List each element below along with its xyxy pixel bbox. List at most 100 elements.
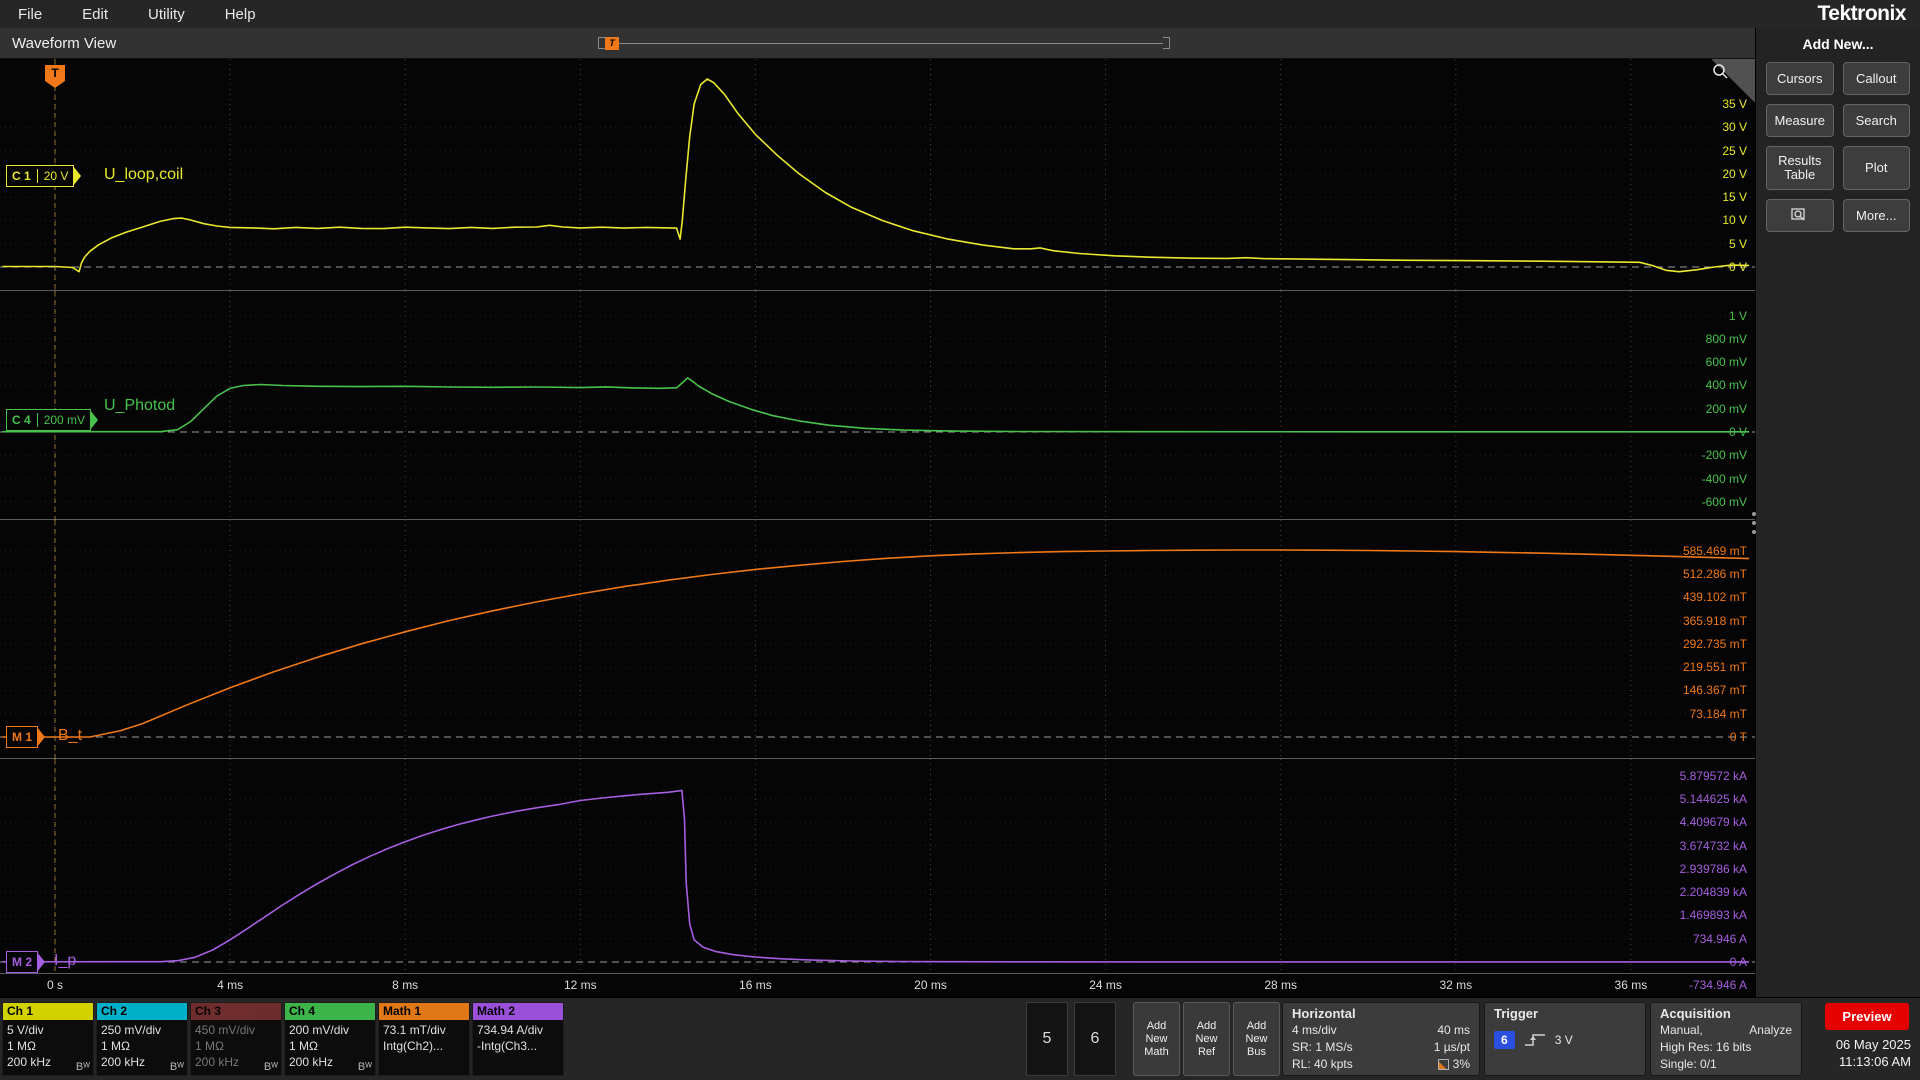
ch1-y-tick-label: 10 V [1722, 213, 1747, 228]
channel-6-button[interactable]: 6 [1074, 1002, 1116, 1076]
cursors-button[interactable]: Cursors [1766, 62, 1834, 95]
x-tick-label: 4 ms [217, 978, 244, 992]
channel-name: Ch 2 [97, 1003, 187, 1020]
x-tick-label: 8 ms [392, 978, 419, 992]
math1-y-tick-label: 292.735 mT [1682, 636, 1747, 651]
plot-button[interactable]: Plot [1842, 146, 1910, 190]
trigger-panel[interactable]: Trigger 6 3 V [1484, 1002, 1646, 1076]
channel-setting: 450 mV/div [195, 1023, 256, 1037]
acquisition-single: Single: 0/1 [1660, 1057, 1717, 1071]
math2-trace-plot [0, 759, 1755, 974]
measure-button[interactable]: Measure [1766, 104, 1834, 137]
channel-setting: Intg(Ch2)... [383, 1039, 444, 1053]
channel-badge-c1[interactable]: C 1 20 V [6, 165, 75, 187]
channel-6-label: 6 [1090, 1030, 1100, 1047]
ch4-y-tick-label: 800 mV [1705, 331, 1747, 346]
sample-rate: SR: 1 MS/s [1292, 1040, 1353, 1054]
channel-settings: 734.94 A/div -Intg(Ch3... [473, 1020, 563, 1056]
channel-badge-c4[interactable]: C 4 200 mV [6, 409, 92, 431]
waveform-panel-ch1[interactable]: T C 1 20 V U_loop,coil 35 V 30 V 25 V 20 V1… [0, 59, 1755, 291]
math2-y-tick-label: 5.144625 kA [1679, 792, 1747, 807]
math2-badge[interactable]: M 2 [6, 951, 39, 973]
math1-y-tick-label: 219.551 mT [1682, 660, 1747, 675]
position-bar-left-bracket [598, 37, 605, 49]
channel-badge-math-2[interactable]: Math 2 734.94 A/div -Intg(Ch3... [472, 1002, 564, 1076]
ch4-y-tick-label: 400 mV [1705, 378, 1747, 393]
menu-help[interactable]: Help [225, 6, 256, 23]
waveform-view: Waveform View T T C 1 20 V U_loop,coil 3… [0, 28, 1755, 997]
zoom-button[interactable] [1766, 199, 1834, 232]
add-new-header: Add New... [1802, 36, 1874, 52]
math1-trace-plot [0, 520, 1755, 759]
add-new-math-button[interactable]: Add New Math [1133, 1002, 1180, 1076]
time-label: 11:13:06 AM [1838, 1054, 1911, 1069]
trigger-level-marker[interactable]: T [45, 65, 65, 88]
menu-file[interactable]: File [18, 6, 42, 23]
math1-y-tick-label: 0 T [1729, 730, 1747, 744]
results-table-button[interactable]: Results Table [1766, 146, 1834, 190]
waveform-panel-ch4[interactable]: C 4 200 mV U_Photod 1 V 800 mV 600 mV 400 m… [0, 291, 1755, 520]
menu-utility[interactable]: Utility [148, 6, 185, 23]
ch4-y-tick-label: 600 mV [1705, 355, 1747, 370]
badge-name: C 4 [12, 413, 31, 427]
horizontal-position: 3% [1452, 1057, 1470, 1071]
acquisition-panel[interactable]: Acquisition Manual, Analyze High Res: 16 … [1650, 1002, 1802, 1076]
waveform-panel-math1[interactable]: M 1 B_t 585.469 mT 512.286 mT 439.102 mT 36… [0, 520, 1755, 759]
acquisition-mode: Manual, [1660, 1023, 1703, 1037]
channel-badge-ch-4[interactable]: Ch 4 200 mV/div 1 MΩ 200 kHz Bᵂ [284, 1002, 376, 1076]
trigger-source-badge[interactable]: 6 [1494, 1031, 1515, 1049]
more-button[interactable]: More... [1842, 199, 1910, 232]
add-new-buttons: Add New Math Add New Ref Add New Bus [1133, 1002, 1280, 1076]
x-tick-label: 16 ms [739, 978, 772, 992]
math2-y-tick-label: 2.939786 kA [1679, 861, 1747, 876]
plot-area: T C 1 20 V U_loop,coil 35 V 30 V 25 V 20 V1… [0, 59, 1755, 997]
channel-setting: 200 mV/div [289, 1023, 350, 1037]
view-title: Waveform View [12, 34, 117, 52]
channel-badge-ch-3[interactable]: Ch 3 450 mV/div 1 MΩ 200 kHz Bᵂ [190, 1002, 282, 1076]
channel-setting: -Intg(Ch3... [477, 1039, 538, 1053]
oscilloscope-app: File Edit Utility Help Tektronix Wavefor… [0, 0, 1920, 1080]
channel-settings: 73.1 mT/div Intg(Ch2)... [379, 1020, 469, 1056]
x-tick-label: 32 ms [1439, 978, 1473, 992]
panel-resize-handle[interactable] [1749, 508, 1759, 538]
channel-5-label: 5 [1042, 1030, 1052, 1047]
add-new-bus-label-line: Bus [1247, 1045, 1266, 1058]
search-button[interactable]: Search [1842, 104, 1910, 137]
toolbar-buttons: Cursors Callout Measure Search Results T… [1766, 62, 1910, 232]
menu-edit[interactable]: Edit [82, 6, 108, 23]
waveform-view-header: Waveform View T [0, 28, 1755, 59]
add-new-bus-label-line: New [1245, 1032, 1268, 1045]
menu-bar: File Edit Utility Help Tektronix [0, 0, 1920, 28]
channel-badge-ch-1[interactable]: Ch 15 V/div 1 MΩ 200 kHz Bᵂ [2, 1002, 94, 1076]
right-toolbar: Add New... Cursors Callout Measure Searc… [1755, 28, 1920, 997]
add-new-bus-button[interactable]: Add New Bus [1233, 1002, 1280, 1076]
horizontal-scale: 4 ms/div [1292, 1023, 1337, 1037]
math1-badge[interactable]: M 1 [6, 726, 39, 748]
record-length: RL: 40 kpts [1292, 1057, 1353, 1071]
main-area: Waveform View T T C 1 20 V U_loop,coil 3… [0, 28, 1920, 997]
channel-badge-math-1[interactable]: Math 1 73.1 mT/div Intg(Ch2)... [378, 1002, 470, 1076]
channel-badge-ch-2[interactable]: Ch 2 250 mV/div 1 MΩ 200 kHz Bᵂ [96, 1002, 188, 1076]
math2-trace [2, 789, 1750, 963]
math1-y-tick-label: 439.102 mT [1682, 590, 1747, 605]
ch4-y-tick-label: 200 mV [1705, 401, 1747, 416]
add-new-ref-button[interactable]: Add New Ref [1183, 1002, 1230, 1076]
channel-name: Ch 4 [285, 1003, 375, 1020]
preview-button[interactable]: Preview [1825, 1003, 1909, 1030]
zoom-corner-icon[interactable] [1711, 59, 1755, 103]
math2-y-tick-label: 0 A [1729, 955, 1747, 969]
add-new-math-label-line: New [1145, 1032, 1168, 1045]
acquisition-analyze: Analyze [1749, 1023, 1792, 1037]
waveform-panel-math2[interactable]: M 2 I_p 5.879572 kA 5.144625 kA 4.409679 k… [0, 759, 1755, 992]
bandwidth-icon: Bᵂ [169, 1061, 184, 1073]
channel-5-button[interactable]: 5 [1026, 1002, 1068, 1076]
channel-setting: 73.1 mT/div [383, 1023, 446, 1037]
badge-scale: 20 V [36, 169, 68, 183]
callout-button[interactable]: Callout [1842, 62, 1910, 95]
acquisition-position-indicator[interactable]: T [598, 35, 1170, 51]
waveform-label-ch4: U_Photod [104, 397, 176, 414]
ch1-trace [2, 78, 1750, 273]
math2-y-tick-label: 2.204839 kA [1679, 885, 1747, 900]
ch4-y-tick-label: 0 V [1728, 425, 1747, 439]
horizontal-panel[interactable]: Horizontal 4 ms/div 40 ms SR: 1 MS/s 1 µs/… [1282, 1002, 1480, 1076]
